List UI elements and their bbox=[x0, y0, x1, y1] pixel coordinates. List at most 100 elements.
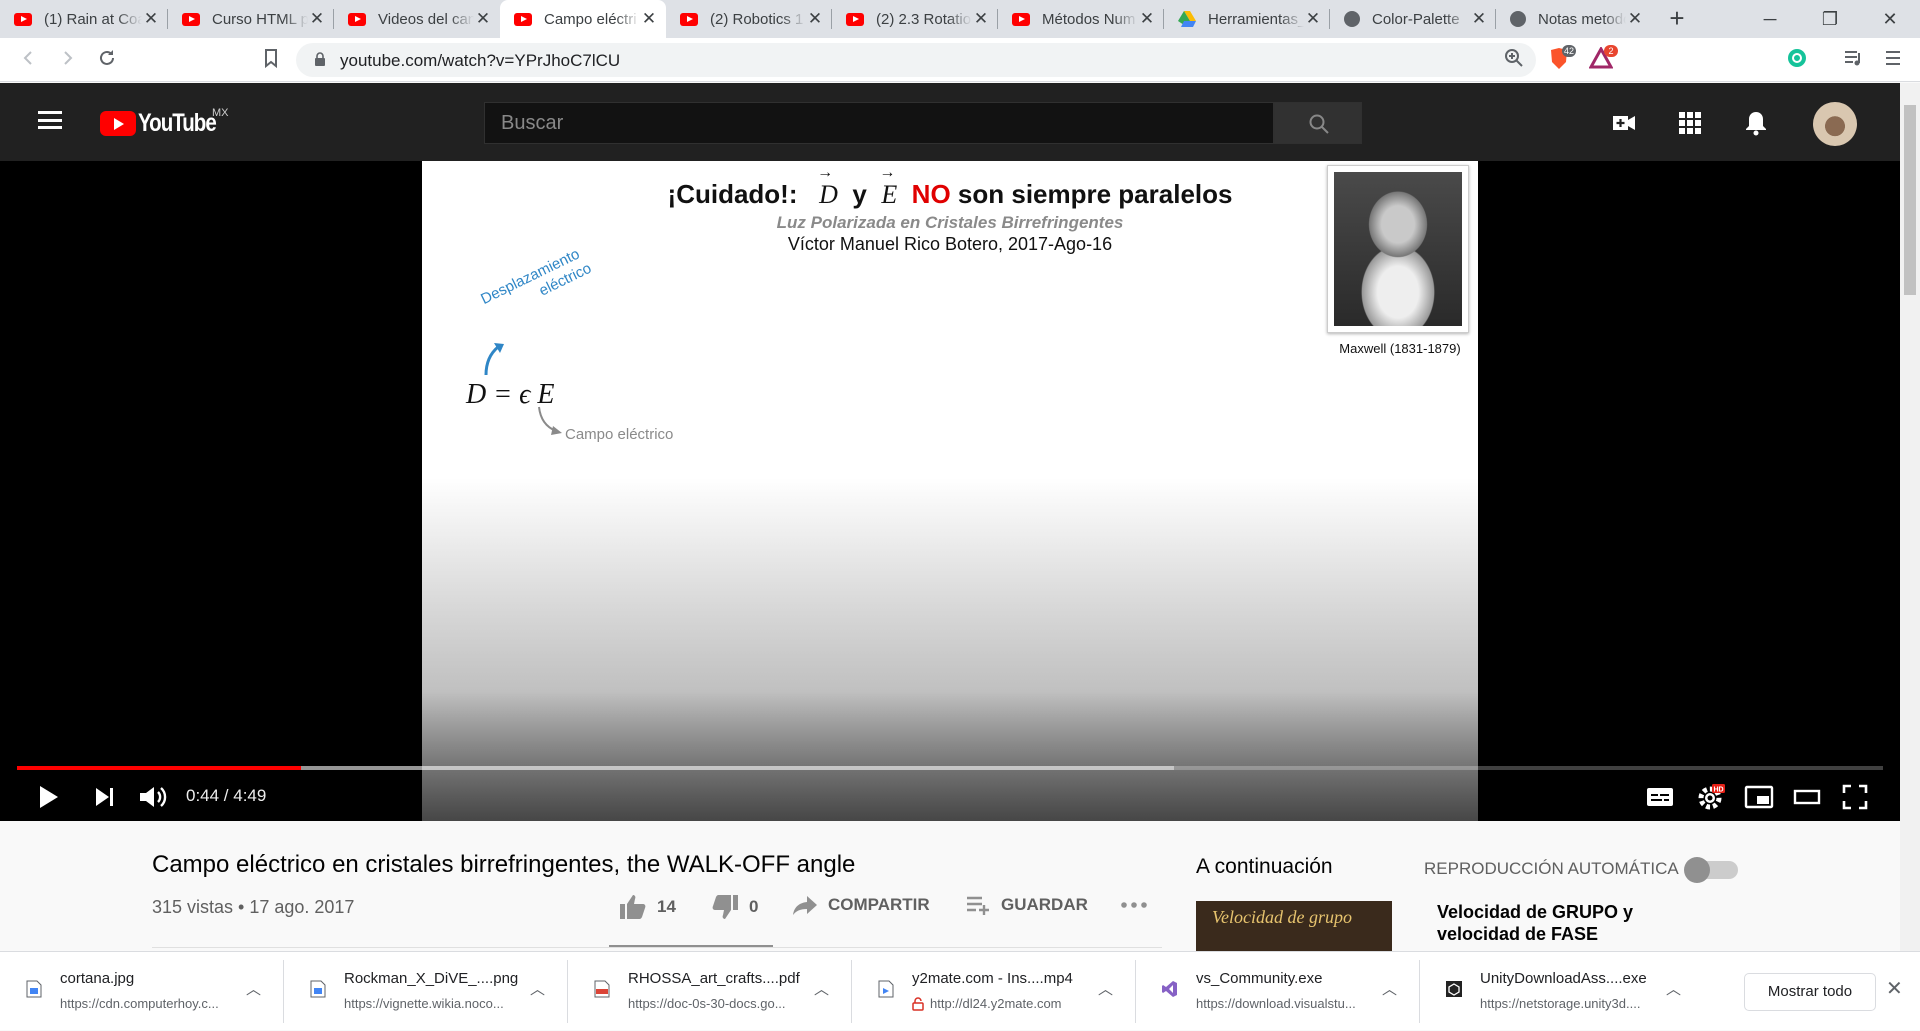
browser-tab[interactable]: (2) 2.3 Rotatio ✕ bbox=[832, 0, 998, 38]
close-tab-icon[interactable]: ✕ bbox=[142, 9, 160, 29]
browser-tab[interactable]: Herramientas_ ✕ bbox=[1164, 0, 1330, 38]
fullscreen-icon[interactable] bbox=[1839, 781, 1871, 813]
youtube-icon bbox=[846, 12, 864, 26]
progress-bar[interactable] bbox=[17, 766, 1883, 770]
dislike-button[interactable]: 0 bbox=[711, 894, 758, 920]
browser-tab[interactable]: Notas metodo ✕ bbox=[1496, 0, 1652, 38]
chevron-up-icon[interactable]: ︿ bbox=[1098, 978, 1113, 999]
brave-rewards-icon[interactable]: 2 bbox=[1588, 45, 1618, 73]
video-file-icon bbox=[878, 980, 894, 998]
grammarly-extension-icon[interactable] bbox=[1784, 47, 1810, 73]
close-tab-icon[interactable]: ✕ bbox=[1138, 9, 1156, 29]
create-video-icon[interactable] bbox=[1611, 110, 1637, 136]
browser-tab[interactable]: Métodos Num ✕ bbox=[998, 0, 1164, 38]
restore-window-icon[interactable]: ❐ bbox=[1800, 0, 1860, 38]
youtube-logo-text[interactable]: YouTube bbox=[138, 109, 217, 138]
close-tab-icon[interactable]: ✕ bbox=[1304, 9, 1322, 29]
download-item[interactable]: UnityDownloadAss....exe https://netstora… bbox=[1420, 952, 1704, 1031]
download-item[interactable]: Rockman_X_DiVE_....png https://vignette.… bbox=[284, 952, 568, 1031]
bookmark-icon[interactable] bbox=[258, 47, 284, 73]
next-video-title[interactable]: Velocidad de GRUPO y velocidad de FASE bbox=[1437, 901, 1677, 945]
chevron-up-icon[interactable]: ︿ bbox=[1666, 978, 1681, 999]
vector-e: E bbox=[881, 180, 897, 209]
close-window-icon[interactable]: ✕ bbox=[1860, 0, 1920, 38]
slide-subtitle: Luz Polarizada en Cristales Birrefringen… bbox=[776, 213, 1124, 232]
close-tab-icon[interactable]: ✕ bbox=[474, 9, 492, 29]
play-icon[interactable] bbox=[32, 781, 64, 813]
download-item[interactable]: RHOSSA_art_crafts....pdf https://doc-0s-… bbox=[568, 952, 852, 1031]
insecure-lock-icon bbox=[912, 997, 924, 1011]
menu-icon[interactable] bbox=[38, 111, 62, 129]
next-video-icon[interactable] bbox=[88, 781, 120, 813]
new-tab-button[interactable]: + bbox=[1662, 4, 1692, 34]
settings-gear-icon[interactable]: HD bbox=[1694, 781, 1726, 813]
browser-menu-icon[interactable] bbox=[1880, 47, 1906, 73]
search-button[interactable] bbox=[1274, 102, 1362, 144]
maxwell-portrait bbox=[1327, 165, 1469, 333]
share-button[interactable]: COMPARTIR bbox=[792, 894, 930, 916]
browser-tab[interactable]: (2) Robotics 1 ✕ bbox=[666, 0, 832, 38]
tab-title: Notas metodo bbox=[1538, 10, 1626, 28]
user-avatar[interactable] bbox=[1813, 102, 1857, 146]
browser-tab-active[interactable]: Campo eléctri ✕ bbox=[500, 0, 666, 38]
save-button[interactable]: GUARDAR bbox=[965, 894, 1088, 916]
subtitles-icon[interactable] bbox=[1644, 781, 1676, 813]
download-item[interactable]: cortana.jpg https://cdn.computerhoy.c...… bbox=[0, 952, 284, 1031]
close-shelf-icon[interactable]: ✕ bbox=[1886, 976, 1903, 1001]
reload-icon[interactable] bbox=[94, 47, 120, 73]
close-tab-icon[interactable]: ✕ bbox=[972, 9, 990, 29]
browser-tab[interactable]: (1) Rain at Coa ✕ bbox=[0, 0, 168, 38]
browser-toolbar: youtube.com/watch?v=YPrJhoC7lCU 42 2 bbox=[0, 38, 1920, 82]
globe-icon bbox=[1510, 11, 1526, 27]
notifications-bell-icon[interactable] bbox=[1743, 110, 1769, 136]
svg-text:HD: HD bbox=[1713, 787, 1723, 794]
chevron-up-icon[interactable]: ︿ bbox=[814, 978, 829, 999]
video-metadata: 315 vistas • 17 ago. 2017 bbox=[152, 897, 355, 917]
back-icon[interactable] bbox=[16, 47, 42, 73]
played-bar bbox=[17, 766, 301, 770]
more-actions-icon[interactable] bbox=[1120, 901, 1158, 909]
zoom-icon[interactable] bbox=[1504, 48, 1524, 73]
download-item[interactable]: vs_Community.exe https://download.visual… bbox=[1136, 952, 1420, 1031]
address-bar[interactable]: youtube.com/watch?v=YPrJhoC7lCU bbox=[296, 43, 1536, 77]
url-text[interactable]: youtube.com/watch?v=YPrJhoC7lCU bbox=[340, 51, 620, 71]
video-player[interactable]: ¡Cuidado!: D y E NO son siempre paralelo… bbox=[0, 161, 1900, 821]
close-tab-icon[interactable]: ✕ bbox=[640, 9, 658, 29]
player-controls-gradient bbox=[0, 691, 1900, 821]
media-control-icon[interactable] bbox=[1840, 47, 1866, 73]
close-tab-icon[interactable]: ✕ bbox=[1626, 9, 1644, 29]
chevron-up-icon[interactable]: ︿ bbox=[530, 978, 545, 999]
slide-title-y: y bbox=[852, 179, 867, 209]
download-filename: cortana.jpg bbox=[60, 970, 135, 987]
brave-shields-icon[interactable]: 42 bbox=[1546, 45, 1577, 73]
tab-title: Videos del can bbox=[378, 10, 474, 28]
forward-icon[interactable] bbox=[54, 47, 80, 73]
autoplay-toggle[interactable] bbox=[1684, 857, 1738, 883]
image-file-icon bbox=[310, 980, 326, 998]
browser-tab[interactable]: Videos del can ✕ bbox=[334, 0, 500, 38]
dislike-count: 0 bbox=[749, 897, 759, 916]
scrollbar-thumb[interactable] bbox=[1904, 105, 1916, 295]
next-video-thumbnail[interactable]: Velocidad de grupo bbox=[1196, 901, 1392, 951]
close-tab-icon[interactable]: ✕ bbox=[308, 9, 326, 29]
close-tab-icon[interactable]: ✕ bbox=[1470, 9, 1488, 29]
youtube-logo-icon[interactable] bbox=[100, 111, 136, 136]
volume-icon[interactable] bbox=[136, 781, 168, 813]
up-next-heading: A continuación bbox=[1196, 855, 1333, 878]
miniplayer-icon[interactable] bbox=[1743, 781, 1775, 813]
page-scrollbar[interactable] bbox=[1900, 83, 1920, 951]
browser-tab[interactable]: Curso HTML p ✕ bbox=[168, 0, 334, 38]
browser-tab[interactable]: Color-Palette ✕ bbox=[1330, 0, 1496, 38]
show-all-downloads-button[interactable]: Mostrar todo bbox=[1744, 973, 1876, 1011]
youtube-icon bbox=[348, 12, 366, 26]
close-tab-icon[interactable]: ✕ bbox=[806, 9, 824, 29]
chevron-up-icon[interactable]: ︿ bbox=[1382, 978, 1397, 999]
minimize-window-icon[interactable]: ─ bbox=[1740, 0, 1800, 38]
search-input[interactable] bbox=[485, 103, 1273, 143]
apps-grid-icon[interactable] bbox=[1677, 110, 1703, 136]
chevron-up-icon[interactable]: ︿ bbox=[246, 978, 261, 999]
download-item[interactable]: y2mate.com - Ins....mp4 http://dl24.y2ma… bbox=[852, 952, 1136, 1031]
like-button[interactable]: 14 bbox=[619, 894, 676, 920]
theater-mode-icon[interactable] bbox=[1791, 781, 1823, 813]
playlist-add-icon bbox=[967, 896, 989, 915]
